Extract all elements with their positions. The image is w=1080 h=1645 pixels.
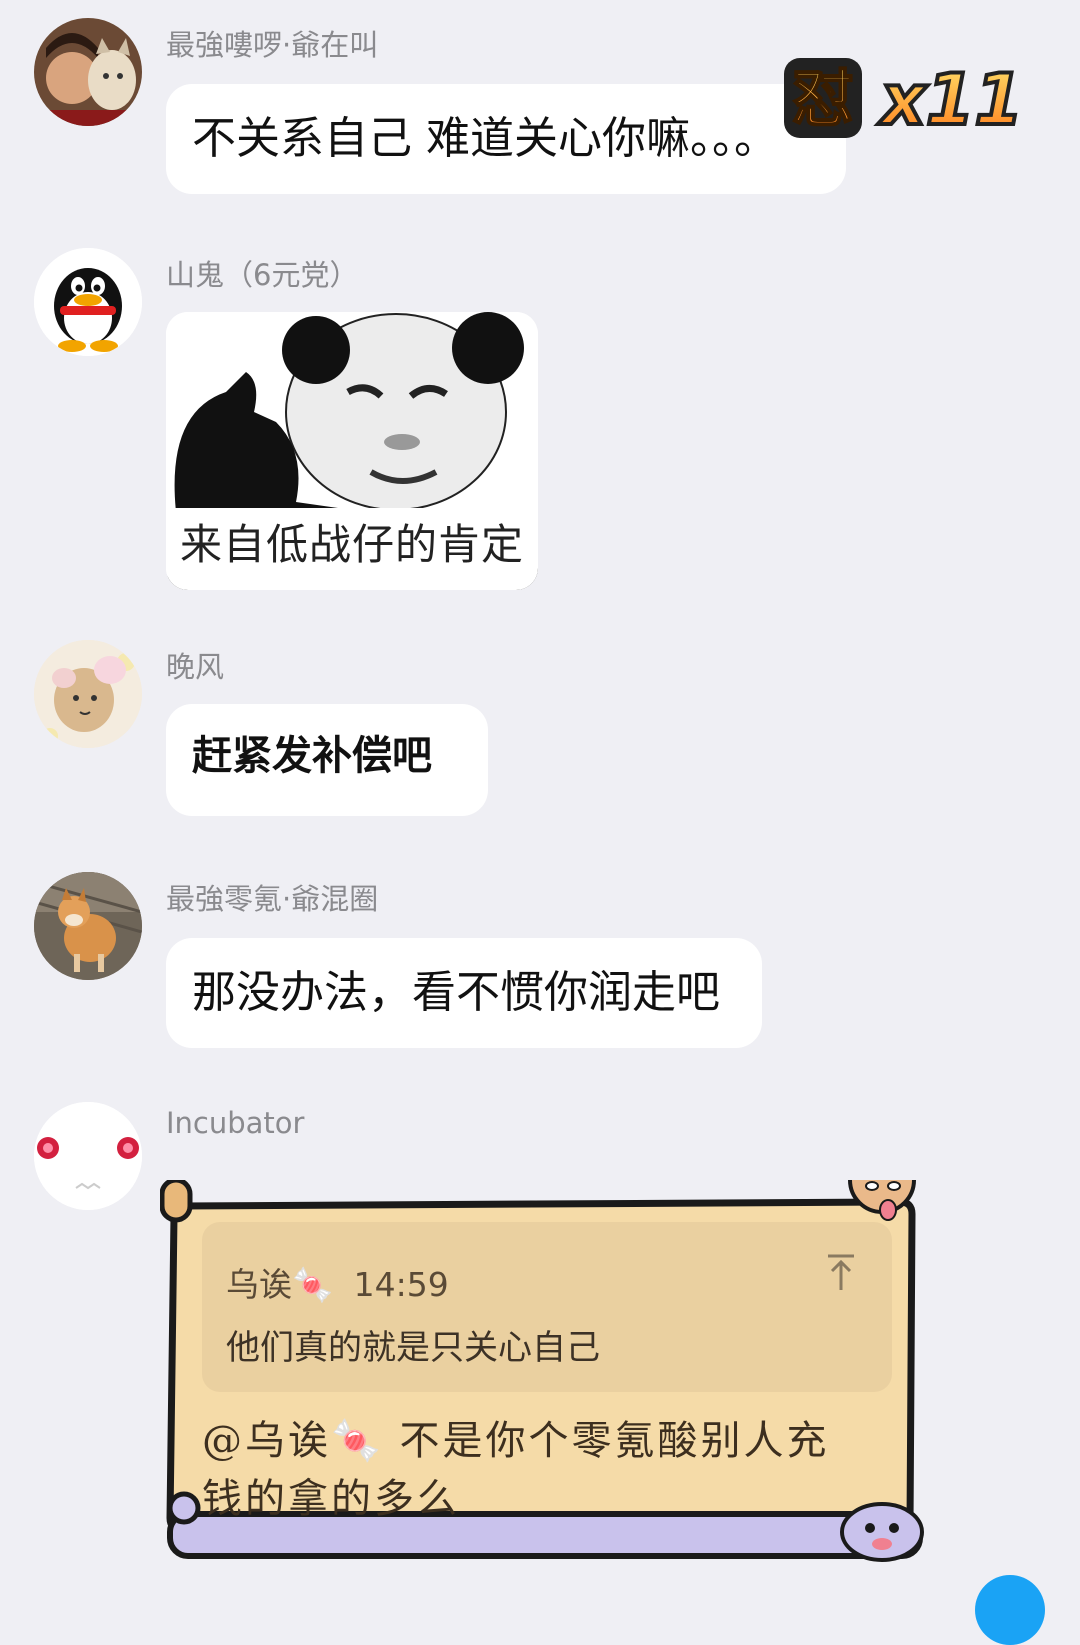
quoted-time: 14:59 (353, 1265, 449, 1304)
sender-name[interactable]: 晚风 (166, 644, 224, 686)
avatar[interactable] (34, 1102, 142, 1210)
message-bubble[interactable]: 不关系自己 难道关心你嘛。。。 (166, 84, 846, 194)
sender-name[interactable]: 山鬼（6元党） (166, 252, 358, 294)
reply-count-badge: 怼 x11 (780, 52, 1040, 144)
message-bubble[interactable]: 那没办法，看不惯你润走吧 (166, 938, 762, 1048)
message-bubble[interactable]: 赶紧发补偿吧 (166, 704, 488, 816)
sender-name[interactable]: Incubator (166, 1106, 304, 1140)
badge-count: x11 (878, 59, 1024, 141)
sender-name[interactable]: 最強零氪·爺混圈 (166, 876, 378, 918)
message-text: @乌诶🍬 不是你个零氪酸别人充 钱的拿的多么 (202, 1412, 902, 1528)
message-text-line-1: @乌诶🍬 不是你个零氪酸别人充 (202, 1418, 830, 1464)
avatar[interactable] (34, 640, 142, 748)
decorated-scroll-bubble[interactable]: 乌诶🍬 14:59 他们真的就是只关心自己 @乌诶🍬 不是你个零氪酸别人充 钱的… (160, 1180, 940, 1600)
quoted-text: 他们真的就是只关心自己 (226, 1328, 600, 1368)
sender-name[interactable]: 最強嘍啰·爺在叫 (166, 22, 378, 64)
avatar[interactable] (34, 872, 142, 980)
avatar[interactable] (34, 248, 142, 356)
message-text-line-2: 钱的拿的多么 (202, 1476, 460, 1522)
sticker-caption: 来自低战仔的肯定 (180, 520, 525, 569)
badge-label: 怼 (792, 62, 854, 135)
message-text: 那没办法，看不惯你润走吧 (192, 967, 720, 1018)
jump-to-top-icon[interactable] (824, 1252, 858, 1292)
quoted-author: 乌诶🍬 (226, 1265, 334, 1304)
sticker-image[interactable]: 来自低战仔的肯定 (166, 312, 538, 590)
message-text: 不关系自己 难道关心你嘛。。。 (192, 113, 778, 164)
scroll-to-bottom-button[interactable] (975, 1575, 1045, 1645)
avatar[interactable] (34, 18, 142, 126)
message-text: 赶紧发补偿吧 (192, 732, 432, 779)
kyubey-icon (34, 1102, 142, 1210)
quoted-header: 乌诶🍬 14:59 (226, 1258, 449, 1306)
quoted-message[interactable]: 乌诶🍬 14:59 他们真的就是只关心自己 (202, 1222, 892, 1392)
